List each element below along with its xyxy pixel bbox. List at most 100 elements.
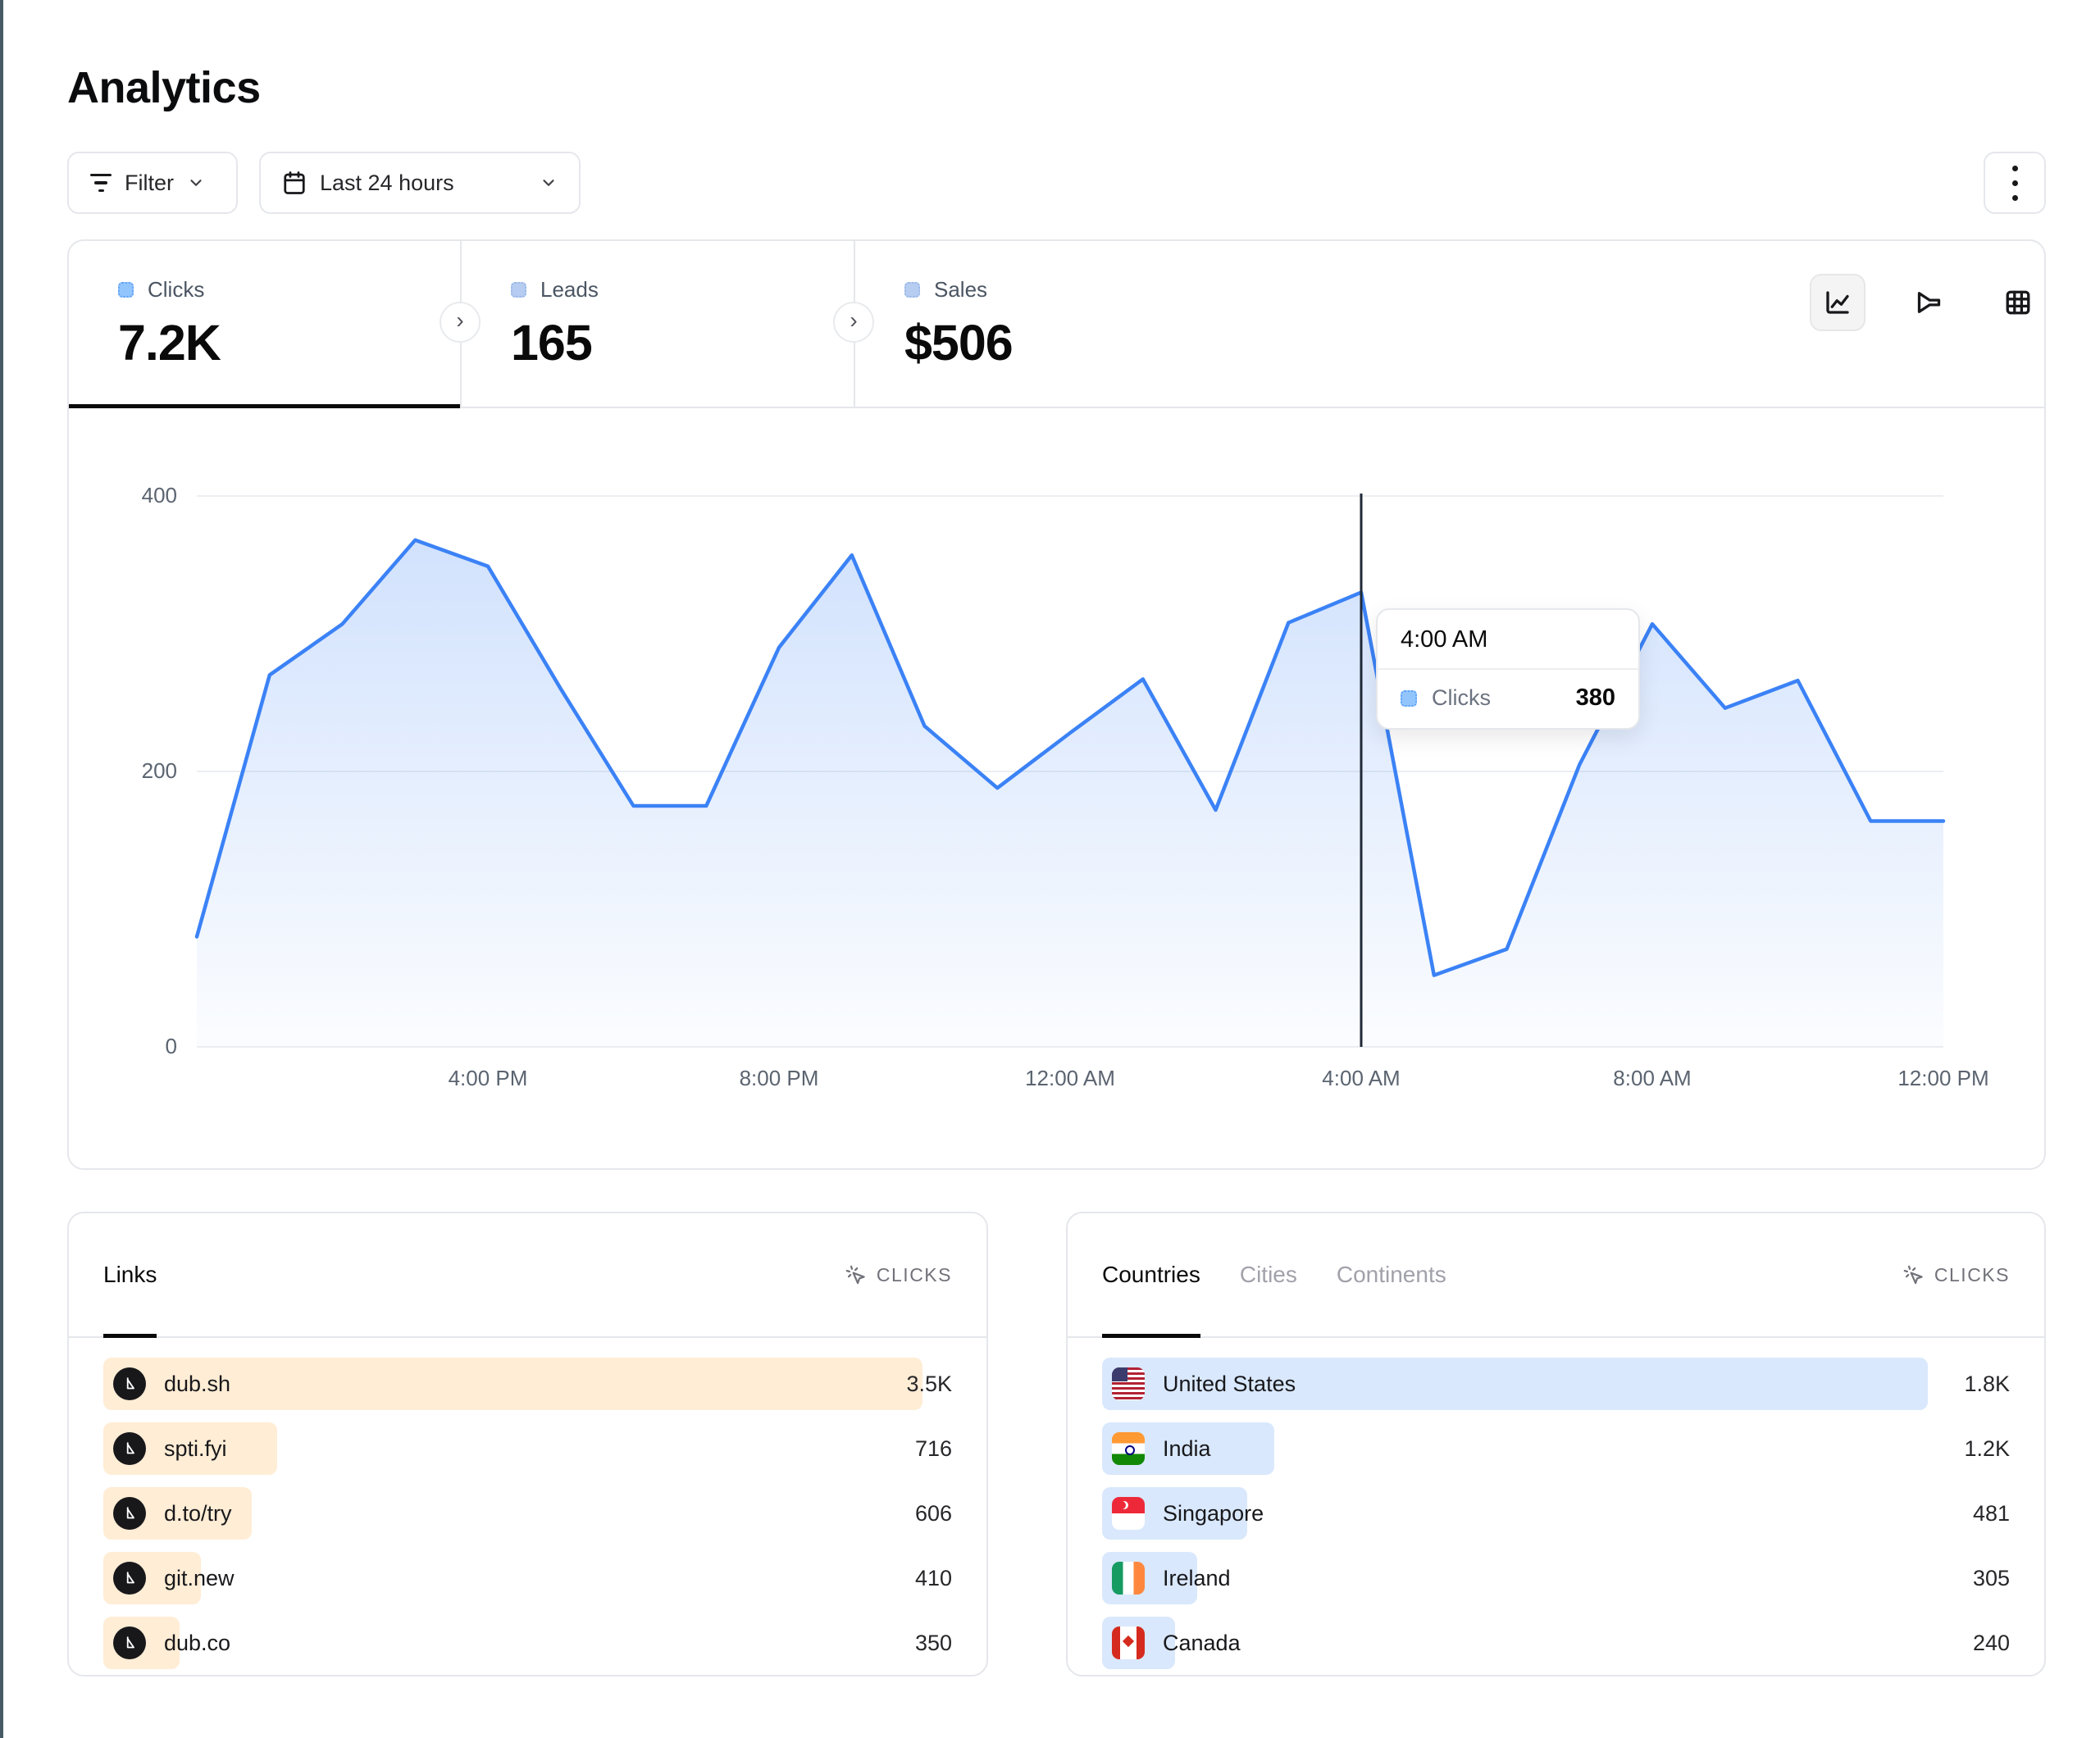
gridline-0: [197, 1046, 1943, 1048]
sales-tab-label: Sales: [934, 277, 987, 303]
country-clicks-value: 305: [1973, 1566, 2010, 1591]
leads-series-swatch-icon: [511, 282, 526, 298]
link-label: d.to/try: [164, 1501, 232, 1526]
links-list: dub.sh 3.5K spti.fyi 716 d.to/try 606: [69, 1338, 986, 1669]
filter-bars-icon: [90, 174, 112, 192]
link-label: dub.sh: [164, 1372, 230, 1397]
countries-tab-label: Countries: [1102, 1262, 1200, 1288]
y-axis-tick: 0: [82, 1034, 177, 1059]
tab-cities[interactable]: Cities: [1240, 1213, 1297, 1336]
sales-series-swatch-icon: [904, 282, 920, 298]
dub-logo-icon: [113, 1367, 146, 1400]
dub-logo-icon: [113, 1432, 146, 1465]
mouse-pointer-click-icon: [845, 1264, 867, 1286]
india-flag-icon: [1112, 1432, 1145, 1465]
tab-leads[interactable]: Leads 165: [462, 241, 855, 407]
countries-list: United States 1.8K India 1.2K Singapore …: [1068, 1338, 2044, 1669]
link-label: spti.fyi: [164, 1436, 227, 1462]
mouse-pointer-click-icon: [1902, 1264, 1925, 1286]
calendar-icon: [282, 171, 307, 195]
x-axis-tick: 12:00 PM: [1897, 1066, 1988, 1091]
dub-logo-icon: [113, 1627, 146, 1659]
country-row[interactable]: Ireland 305: [1102, 1552, 2010, 1604]
chevron-right-icon: ›: [850, 307, 857, 334]
funnel-icon: [1913, 288, 1943, 317]
leads-tab-label: Leads: [540, 277, 599, 303]
link-clicks-value: 606: [915, 1501, 952, 1526]
filter-button-label: Filter: [125, 171, 174, 196]
tooltip-time: 4:00 AM: [1378, 610, 1638, 670]
singapore-flag-icon: [1112, 1497, 1145, 1530]
tab-clicks[interactable]: Clicks 7.2K: [69, 241, 462, 407]
page-title: Analytics: [67, 62, 261, 113]
date-range-button[interactable]: Last 24 hours: [259, 152, 581, 214]
dub-logo-icon: [113, 1562, 146, 1595]
country-row[interactable]: India 1.2K: [1102, 1422, 2010, 1475]
country-clicks-value: 1.2K: [1964, 1436, 2010, 1462]
dub-logo-icon: [113, 1497, 146, 1530]
canada-flag-icon: [1112, 1627, 1145, 1659]
country-clicks-value: 481: [1973, 1501, 2010, 1526]
line-chart-icon: [1823, 288, 1852, 317]
links-metric-label: CLICKS: [877, 1264, 952, 1286]
analytics-chart-card: Clicks 7.2K Leads 165 Sales $506: [67, 239, 2046, 1170]
country-label: India: [1163, 1436, 1211, 1462]
expand-clicks-leads-button[interactable]: ›: [440, 302, 481, 343]
x-axis-tick: 12:00 AM: [1025, 1066, 1115, 1091]
chart-view-toggles: [1810, 274, 2046, 331]
grid-icon: [2003, 288, 2033, 317]
funnel-view-button[interactable]: [1900, 274, 1956, 331]
stat-tabs: Clicks 7.2K Leads 165 Sales $506: [69, 241, 2044, 408]
x-axis-tick: 8:00 AM: [1613, 1066, 1691, 1091]
filter-button[interactable]: Filter: [67, 152, 238, 214]
expand-leads-sales-button[interactable]: ›: [833, 302, 874, 343]
x-axis-tick: 4:00 PM: [449, 1066, 528, 1091]
leads-tab-value: 165: [511, 314, 854, 371]
country-clicks-value: 240: [1973, 1631, 2010, 1656]
chevron-down-icon: [187, 174, 205, 192]
countries-metric-header[interactable]: CLICKS: [1902, 1264, 2010, 1286]
page-left-edge-strip: [0, 0, 3, 1738]
chevron-right-icon: ›: [456, 307, 463, 334]
links-panel: Links CLICKS dub.sh 3.5K spti.fyi 716: [67, 1212, 988, 1677]
country-row[interactable]: Canada 240: [1102, 1617, 2010, 1669]
y-axis-tick: 400: [82, 483, 177, 508]
clicks-tab-label: Clicks: [148, 277, 204, 303]
link-row[interactable]: dub.co 350: [103, 1617, 952, 1669]
tooltip-series-label: Clicks: [1432, 685, 1561, 711]
cities-tab-label: Cities: [1240, 1262, 1297, 1288]
tab-countries[interactable]: Countries: [1102, 1213, 1200, 1336]
link-row[interactable]: git.new 410: [103, 1552, 952, 1604]
us-flag-icon: [1112, 1367, 1145, 1400]
link-row[interactable]: d.to/try 606: [103, 1487, 952, 1540]
date-range-label: Last 24 hours: [320, 171, 454, 196]
link-clicks-value: 350: [915, 1631, 952, 1656]
link-row[interactable]: spti.fyi 716: [103, 1422, 952, 1475]
link-clicks-value: 716: [915, 1436, 952, 1462]
link-label: dub.co: [164, 1631, 230, 1656]
countries-panel: Countries Cities Continents CLICKS Unite…: [1066, 1212, 2046, 1677]
tab-continents[interactable]: Continents: [1337, 1213, 1446, 1336]
gridline-400: [197, 495, 1943, 497]
x-axis-tick: 8:00 PM: [740, 1066, 819, 1091]
x-axis-tick: 4:00 AM: [1322, 1066, 1400, 1091]
clicks-series-swatch-icon: [118, 282, 134, 298]
links-metric-header[interactable]: CLICKS: [845, 1264, 952, 1286]
clicks-series-swatch-icon: [1401, 690, 1417, 707]
table-view-button[interactable]: [1990, 274, 2046, 331]
country-clicks-value: 1.8K: [1964, 1372, 2010, 1397]
link-row[interactable]: dub.sh 3.5K: [103, 1358, 952, 1410]
gridline-200: [197, 771, 1943, 772]
link-clicks-value: 3.5K: [906, 1372, 952, 1397]
chevron-down-icon: [540, 174, 558, 192]
country-row[interactable]: Singapore 481: [1102, 1487, 2010, 1540]
links-tab-label: Links: [103, 1262, 157, 1288]
more-options-button[interactable]: [1984, 152, 2046, 214]
country-row[interactable]: United States 1.8K: [1102, 1358, 2010, 1410]
link-label: git.new: [164, 1566, 235, 1591]
kebab-vertical-icon: [2012, 166, 2018, 201]
country-label: Ireland: [1163, 1566, 1231, 1591]
line-chart-view-button[interactable]: [1810, 274, 1865, 331]
country-label: Singapore: [1163, 1501, 1264, 1526]
tab-links[interactable]: Links: [103, 1213, 157, 1336]
